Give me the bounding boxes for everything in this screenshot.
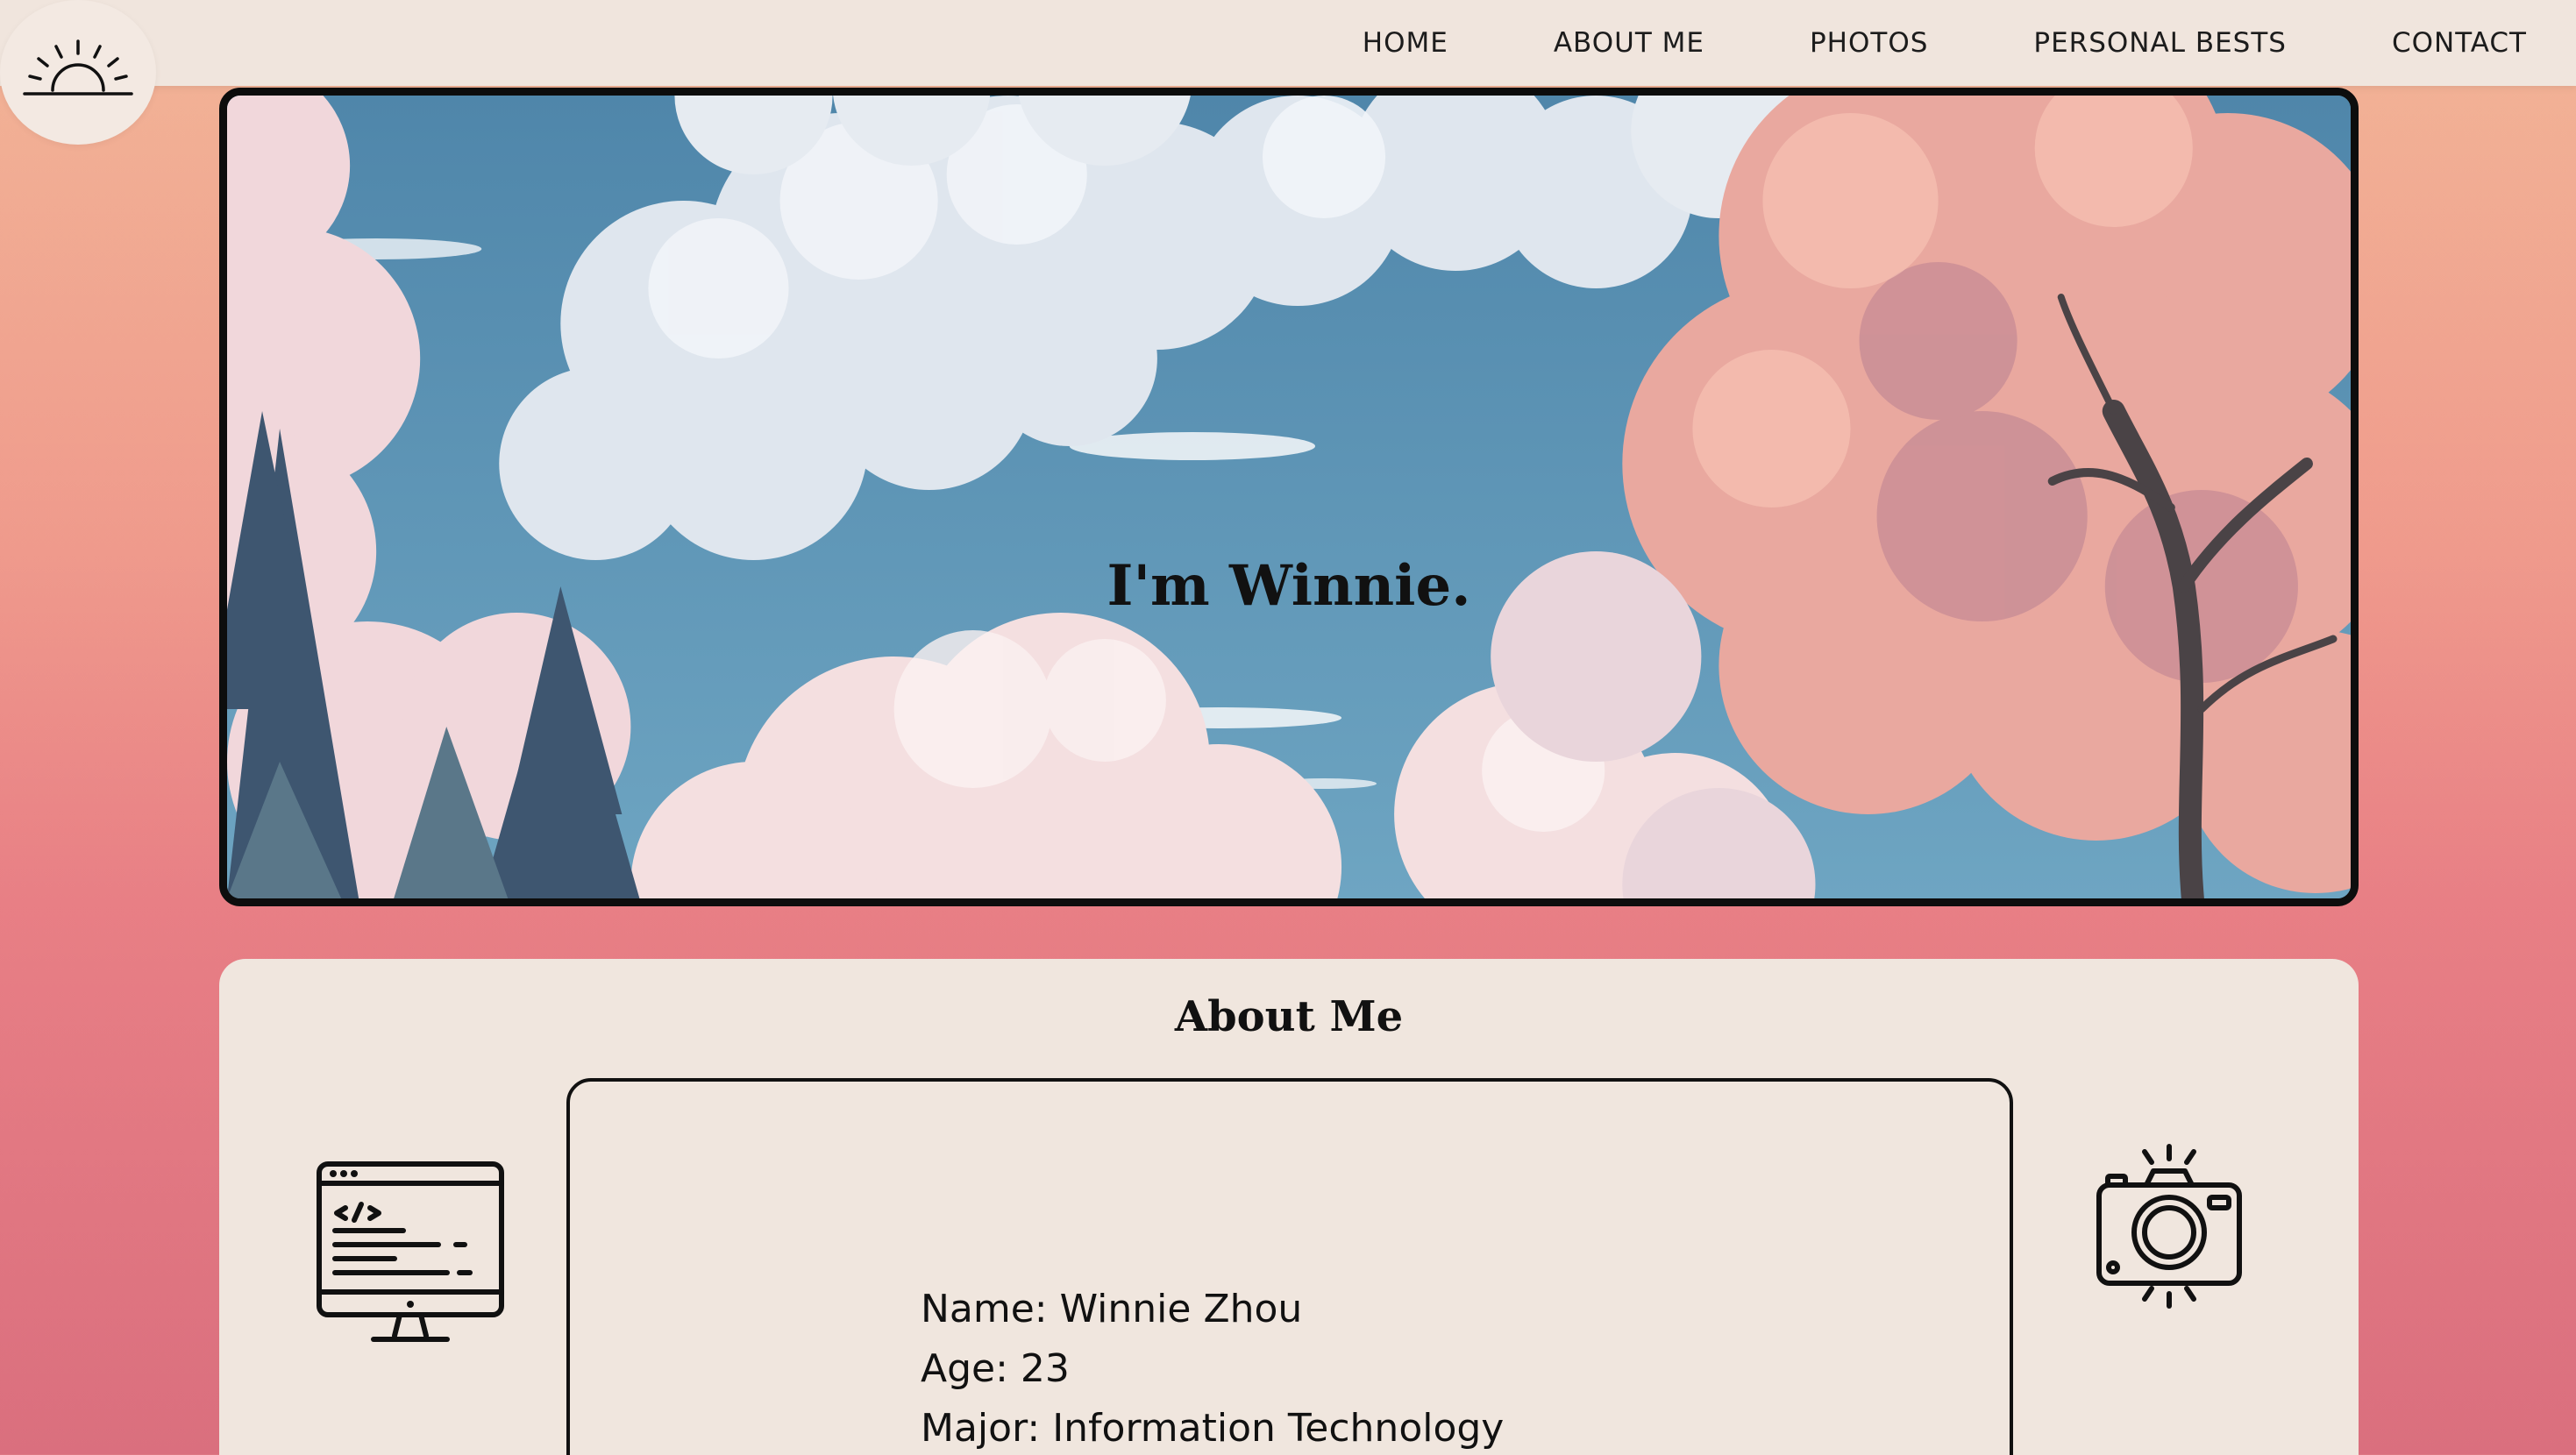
- hero-banner: I'm Winnie.: [219, 88, 2359, 906]
- hero-title: I'm Winnie.: [1107, 553, 1471, 619]
- info-lines: Name: Winnie Zhou Age: 23 Major: Informa…: [921, 1280, 1504, 1455]
- computer-code-icon: [317, 1161, 504, 1342]
- info-age: Age: 23: [921, 1346, 1070, 1391]
- site-logo[interactable]: [0, 0, 156, 145]
- about-me-section: About Me Name: Winnie Zhou Age: 23 Major…: [219, 959, 2359, 1455]
- about-me-heading: About Me: [1174, 992, 1404, 1041]
- info-name: Name: Winnie Zhou: [921, 1287, 1303, 1331]
- sunrise-icon: [23, 39, 133, 96]
- info-box: Name: Winnie Zhou Age: 23 Major: Informa…: [566, 1078, 2013, 1455]
- nav-photos-link[interactable]: PHOTOS: [1810, 27, 1928, 59]
- camera-icon: [2096, 1144, 2242, 1309]
- top-navbar: HOME ABOUT ME PHOTOS PERSONAL BESTS CONT…: [0, 0, 2576, 86]
- nav-contact-link[interactable]: CONTACT: [2392, 27, 2527, 59]
- nav-about-link[interactable]: ABOUT ME: [1554, 27, 1704, 59]
- info-major: Major: Information Technology: [921, 1406, 1505, 1451]
- nav-home-link[interactable]: HOME: [1363, 27, 1448, 59]
- hero-background-illustration: [227, 96, 2351, 898]
- nav-links: HOME ABOUT ME PHOTOS PERSONAL BESTS CONT…: [1363, 0, 2527, 86]
- nav-personal-bests-link[interactable]: PERSONAL BESTS: [2033, 27, 2287, 59]
